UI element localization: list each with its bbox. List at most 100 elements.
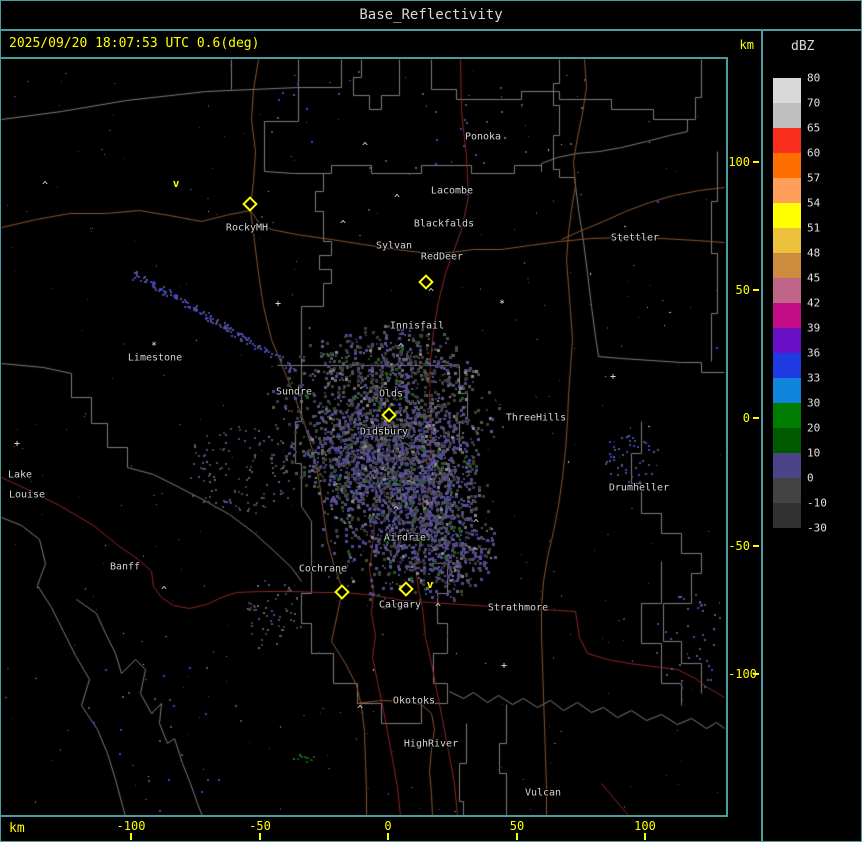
legend-title: dBZ	[791, 39, 815, 54]
legend-label: 42	[807, 296, 821, 310]
bottom-axis-tick	[387, 833, 389, 840]
right-axis-tick-label: -100	[728, 667, 757, 681]
asterisk-marker: *	[150, 340, 158, 352]
legend-label: 54	[807, 196, 821, 210]
plus-marker: +	[609, 371, 617, 383]
legend-label: 0	[807, 471, 814, 485]
plus-marker: +	[13, 438, 21, 450]
bottom-axis-tick-label: -50	[249, 819, 271, 833]
peak-caret-marker: ^	[361, 141, 369, 153]
legend-swatch	[773, 328, 801, 353]
city-label: HighRiver	[403, 738, 459, 750]
city-label: Stettler	[610, 232, 660, 244]
right-axis-tick	[753, 417, 759, 419]
right-axis-tick	[753, 161, 759, 163]
city-label: Cochrane	[298, 563, 348, 575]
right-axis-tick	[753, 673, 759, 675]
right-axis-tick-label: 50	[735, 283, 750, 297]
legend-label: -30	[807, 521, 827, 535]
legend-swatch	[773, 453, 801, 478]
legend-label: 20	[807, 421, 821, 435]
legend-swatch	[773, 253, 801, 278]
legend-swatch	[773, 353, 801, 378]
city-label: Sundre	[275, 386, 313, 398]
city-label: Airdrie	[383, 532, 427, 544]
legend-swatch	[773, 503, 801, 528]
city-label: Vulcan	[524, 787, 562, 799]
legend-swatch	[773, 278, 801, 303]
city-label: Drumheller	[608, 482, 670, 494]
bottom-axis-tick-label: 100	[634, 819, 656, 833]
legend-label: 45	[807, 271, 821, 285]
legend-label: 36	[807, 346, 821, 360]
bottom-axis-tick	[259, 833, 261, 840]
legend-label: -10	[807, 496, 827, 510]
plus-marker: +	[500, 660, 508, 672]
radar-viewer-window: Base_Reflectivity 2025/09/20 18:07:53 UT…	[0, 0, 862, 842]
city-label: Sylvan	[375, 240, 413, 252]
legend-swatch	[773, 78, 801, 103]
legend-swatch	[773, 178, 801, 203]
peak-caret-marker: ^	[393, 193, 401, 205]
peak-caret-marker: ^	[434, 602, 442, 614]
status-row: 2025/09/20 18:07:53 UTC 0.6(deg) km	[1, 31, 761, 57]
legend-label: 33	[807, 371, 821, 385]
peak-caret-marker: ^	[392, 505, 400, 517]
peak-caret-marker: ^	[160, 585, 168, 597]
legend-label: 80	[807, 71, 821, 85]
right-axis-tick	[753, 289, 759, 291]
city-label: RockyMH	[225, 222, 269, 234]
right-axis-unit-label: km	[739, 38, 754, 52]
city-label: Lacombe	[430, 185, 474, 197]
map-border-right	[726, 57, 728, 817]
wind-profiler-v-marker: v	[426, 577, 434, 591]
bottom-axis-tick-label: -100	[116, 819, 146, 833]
right-axis-tick-label: 100	[728, 155, 750, 169]
title-bar: Base_Reflectivity	[1, 1, 861, 29]
city-label: Innisfail	[389, 320, 445, 332]
right-axis-tick	[753, 545, 759, 547]
peak-caret-marker: ^	[41, 180, 49, 192]
legend-swatch	[773, 478, 801, 503]
radar-map-area: Ponoka Lacombe Blackfalds Sylvan RedDeer Rock…	[1, 59, 726, 815]
city-label: Lake	[7, 469, 33, 481]
legend-label: 10	[807, 446, 821, 460]
legend-swatch	[773, 203, 801, 228]
peak-caret-marker: ^	[339, 219, 347, 231]
legend-swatch	[773, 428, 801, 453]
bottom-axis-unit-label: km	[9, 821, 25, 836]
peak-caret-marker: ^	[427, 287, 435, 299]
bottom-axis-tick-label: 0	[384, 819, 392, 833]
peak-caret-marker: ^	[472, 518, 480, 530]
city-label: RedDeer	[420, 251, 464, 263]
legend-swatch	[773, 228, 801, 253]
bottom-axis-tick	[644, 833, 646, 840]
bottom-axis-tick	[516, 833, 518, 840]
legend-label: 60	[807, 146, 821, 160]
legend-swatch	[773, 128, 801, 153]
peak-caret-marker: ^	[397, 342, 405, 354]
timestamp-label: 2025/09/20 18:07:53 UTC 0.6(deg)	[9, 36, 260, 51]
legend-label: 70	[807, 96, 821, 110]
legend-label: 57	[807, 171, 821, 185]
city-label: Louise	[8, 489, 46, 501]
legend-label: 39	[807, 321, 821, 335]
legend-label: 51	[807, 221, 821, 235]
asterisk-marker: *	[498, 298, 506, 310]
window-title: Base_Reflectivity	[359, 7, 503, 23]
right-axis-tick-label: -50	[728, 539, 750, 553]
legend-swatch	[773, 403, 801, 428]
city-label: Olds	[378, 388, 404, 400]
legend-swatch	[773, 378, 801, 403]
city-label: ThreeHills	[505, 412, 567, 424]
city-label: Banff	[109, 561, 141, 573]
legend-label: 48	[807, 246, 821, 260]
legend-swatch	[773, 303, 801, 328]
legend-swatch	[773, 153, 801, 178]
city-label: Didsbury	[359, 426, 409, 438]
plus-marker: +	[274, 298, 282, 310]
reflectivity-legend-panel: dBZ 80 70 65 60 57 54 51 48 45 42 39 36 33 30 20 10 0 -10…	[763, 31, 860, 841]
city-label: Okotoks	[392, 695, 436, 707]
bottom-axis-tick-label: 50	[509, 819, 525, 833]
bottom-axis-tick	[130, 833, 132, 840]
